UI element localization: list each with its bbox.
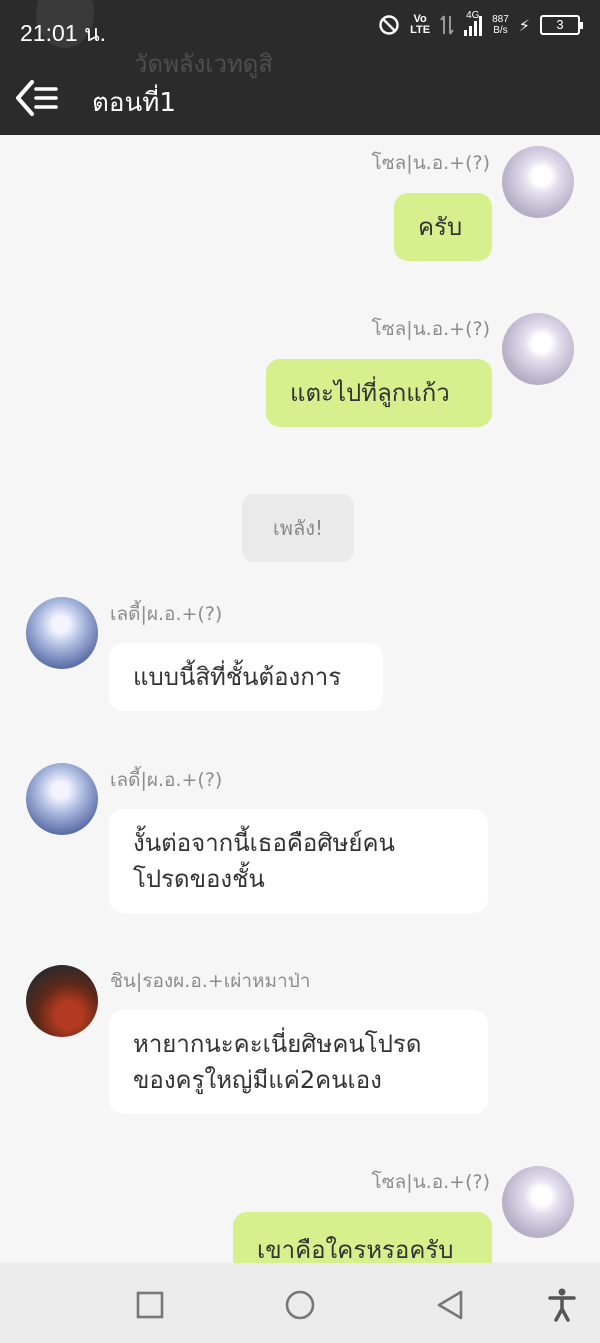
avatar[interactable] [502, 146, 574, 218]
message-bubble: แตะไปที่ลูกแก้ว [266, 359, 492, 427]
message-bubble: หายากนะคะเนี่ยศิษคนโปรด ของครูใหญ่มีแค่2… [109, 1010, 488, 1114]
message-bubble: แบบนี้สิที่ชั้นต้องการ [109, 643, 383, 711]
system-navigation-bar [0, 1263, 600, 1343]
back-button[interactable] [430, 1285, 470, 1325]
do-not-disturb-icon [379, 15, 399, 35]
message-line: หายากนะคะเนี่ยศิษคนโปรด [133, 1030, 422, 1058]
sender-name: เลดี้|ผ.อ.+(?) [110, 769, 223, 791]
avatar[interactable] [502, 313, 574, 385]
scrolled-message-text: วัดพลังเวทดูสิ [134, 50, 274, 78]
accessibility-button[interactable] [542, 1285, 582, 1325]
avatar[interactable] [502, 1166, 574, 1238]
message-line: โปรดของชั้น [133, 865, 265, 893]
triangle-back-icon [437, 1290, 463, 1320]
data-transfer-icon [440, 15, 454, 35]
message-line: งั้นต่อจากนี้เธอคือศิษย์คน [133, 829, 395, 857]
sender-name: โซล|น.อ.+(?) [371, 318, 490, 340]
message-line: ของครูใหญ่มีแค่2คนเอง [133, 1066, 382, 1094]
avatar[interactable] [26, 597, 98, 669]
battery-icon: 3 [540, 15, 583, 35]
top-bar: วัดพลังเวทดูสิ 21:01 น. Vo LTE 4G 887 B/… [0, 0, 600, 135]
network-speed: 887 B/s [492, 14, 509, 36]
narration-bubble: เพลัง! [242, 494, 354, 562]
circle-icon [285, 1290, 315, 1320]
message-bubble: งั้นต่อจากนี้เธอคือศิษย์คน โปรดของชั้น [109, 809, 488, 913]
status-time: 21:01 น. [20, 20, 107, 46]
signal-icon: 4G [464, 10, 483, 36]
avatar[interactable] [26, 763, 98, 835]
sender-name: ชิน|รองผ.อ.+เผ่าหมาป่า [110, 970, 311, 992]
avatar[interactable] [26, 965, 98, 1037]
recents-button[interactable] [130, 1285, 170, 1325]
sender-name: โซล|น.อ.+(?) [371, 1171, 490, 1193]
chapter-title: ตอนที่1 [92, 88, 176, 118]
back-list-icon [16, 80, 58, 116]
accessibility-icon [548, 1288, 576, 1322]
volte-icon: Vo LTE [410, 13, 431, 36]
sender-name: โซล|น.อ.+(?) [371, 152, 490, 174]
sender-name: เลดี้|ผ.อ.+(?) [110, 603, 223, 625]
home-button[interactable] [280, 1285, 320, 1325]
charging-icon: ⚡ [518, 15, 530, 35]
status-icons: Vo LTE 4G 887 B/s ⚡ 3 [378, 10, 583, 36]
back-to-chapters-button[interactable] [14, 78, 62, 118]
square-icon [136, 1291, 164, 1319]
message-bubble: ครับ [394, 193, 492, 261]
